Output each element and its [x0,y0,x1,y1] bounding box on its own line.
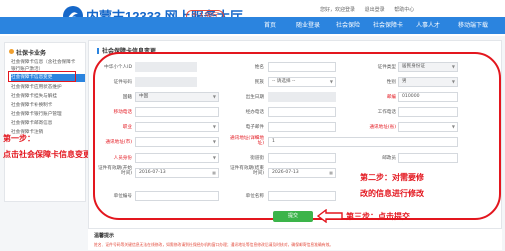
notice-text: 姓名、证件号码等关键信息无法在线修改，如需修改请到社保经办机构窗口办理；通讯地址… [94,242,334,247]
select-address-city[interactable]: ▼ [135,137,219,147]
arrow-left-icon [317,209,343,223]
chevron-down-icon: ▼ [212,155,216,160]
label-unit-name: 单位名称 [245,194,264,199]
input-unit-name[interactable] [268,191,336,201]
nav-login[interactable]: 随业登录 [290,17,326,34]
label-work-phone: 工作电话 [377,110,396,115]
step2-callout: 第二步：对需要修 [360,173,424,182]
top-user-info: 您好，欢迎登录 退出登录 帮助中心 [320,6,422,13]
input-agent-phone[interactable] [268,107,336,117]
main-nav: 首页 随业登录 社会保险 社会保障卡 人事人才 移动端下载 [0,17,505,34]
label-birth-date: 出生日期 [245,95,264,100]
label-personal-id: 中华小个人ID [104,65,132,70]
chevron-down-icon: ▼ [212,139,216,144]
chevron-down-icon: ▼ [212,94,216,99]
sidebar: 社保卡业务 社会保障卡信息（含社会保障卡 银行账户激活） 社会保障卡信息变更 社… [4,42,86,202]
label-unit-number: 单位编号 [113,194,132,199]
input-valid-start[interactable]: 2016-07-13 ▦ [135,168,219,178]
select-address-province[interactable]: ▼ [398,122,458,132]
chevron-down-icon: ▼ [212,124,216,129]
notice-panel: 温馨提示 姓名、证件号码等关键信息无法在线修改，如需修改请到社保经办机构窗口办理… [88,228,502,250]
step3-callout: 第三步：点击提交 [346,212,410,221]
nav-hr-talent[interactable]: 人事人才 [410,17,446,34]
input-work-phone[interactable] [398,107,458,117]
nav-social-insurance[interactable]: 社会保险 [330,17,366,34]
submit-button[interactable]: 提交 [273,211,313,222]
select-ethnicity[interactable]: -- 请选择 -- ▼ [268,77,336,87]
label-id-type: 证件类型 [377,65,396,70]
select-nationality[interactable]: 中国 ▼ [135,92,219,102]
input-email[interactable] [268,122,336,132]
site-header: 内蒙古12333 网上服务大厅 个人网厅 您好，欢迎登录 退出登录 帮助中心 首… [0,0,505,36]
chevron-down-icon: ▼ [451,124,455,129]
label-gender: 性别 [386,80,396,85]
input-valid-end[interactable]: 2026-07-13 ▦ [268,168,336,178]
step1-callout-desc: 点击社会保障卡信息变更 [3,150,91,159]
calendar-icon[interactable]: ▦ [329,169,333,177]
sidebar-item-card-replace[interactable]: 社会保障卡补换制卡 [11,102,85,110]
top-info-logout[interactable]: 退出登录 [365,7,385,13]
label-nationality: 国籍 [122,95,132,100]
select-person-status[interactable]: ▼ [135,153,219,163]
input-street[interactable] [268,153,336,163]
label-postcode: 邮编 [386,95,396,100]
label-mobile: 移动电话 [113,110,132,115]
select-occupation[interactable]: ▼ [135,122,219,132]
input-unit-number[interactable] [135,191,219,201]
input-postcode[interactable]: 010000 [398,92,458,102]
label-occupation: 职业 [122,125,132,130]
input-name[interactable] [268,62,336,72]
input-id-number [135,77,197,87]
label-street: 街道街 [250,156,264,161]
label-ethnicity: 民族 [254,80,264,85]
sidebar-item-bank-account[interactable]: 社会保障卡银行账户管理 [11,111,85,119]
page: 内蒙古12333 网上服务大厅 个人网厅 您好，欢迎登录 退出登录 帮助中心 首… [0,0,505,251]
chevron-down-icon: ▼ [329,79,333,84]
notice-title: 温馨提示 [94,233,115,239]
sidebar-item-mail-info[interactable]: 社会保障卡邮寄信息 [11,120,85,128]
label-valid-end: 证件有效期(结束时间) [230,166,264,176]
sidebar-item-card-status[interactable]: 社会保障卡应用状态维护 [11,84,85,92]
nav-social-card[interactable]: 社会保障卡 [368,17,408,34]
label-agent-phone: 经办电话 [245,110,264,115]
step1-callout: 第一步： [3,134,35,143]
label-name: 姓名 [254,65,264,70]
label-id-number: 证件号码 [113,80,132,85]
label-address-detail: 通讯地址(详细地址) [230,136,264,146]
step2-callout-desc: 改的信息进行修改 [360,189,424,198]
nav-mobile-download[interactable]: 移动端下载 [450,17,496,34]
input-personal-id [135,62,197,72]
chevron-down-icon: ▼ [451,64,455,69]
label-postman: 邮政员 [382,156,396,161]
select-id-type[interactable]: 居民身份证 ▼ [398,62,458,72]
calendar-icon[interactable]: ▦ [212,169,216,177]
sidebar-item-card-loss[interactable]: 社会保障卡挂失与解挂 [11,93,85,101]
label-email: 电子邮件 [245,125,264,130]
input-birth-date [268,92,336,102]
label-valid-start: 证件有效期(开始时间) [98,166,132,176]
label-address-city: 通讯地址(市) [105,140,132,145]
nav-home[interactable]: 首页 [255,17,285,34]
sidebar-title: 社保卡业务 [9,48,46,57]
label-address-province: 通讯地址(省) [369,125,396,130]
label-person-status: 人员身份 [113,156,132,161]
highlight-box-sidebar [8,71,76,82]
select-gender[interactable]: 男 ▼ [398,77,458,87]
top-info-help[interactable]: 帮助中心 [394,7,414,13]
sidebar-title-icon [9,49,14,54]
input-mobile[interactable] [135,107,219,117]
chevron-down-icon: ▼ [451,79,455,84]
top-info-welcome: 您好，欢迎登录 [320,7,356,13]
input-postman[interactable] [398,153,458,163]
input-address-detail[interactable]: 1 [268,137,458,147]
